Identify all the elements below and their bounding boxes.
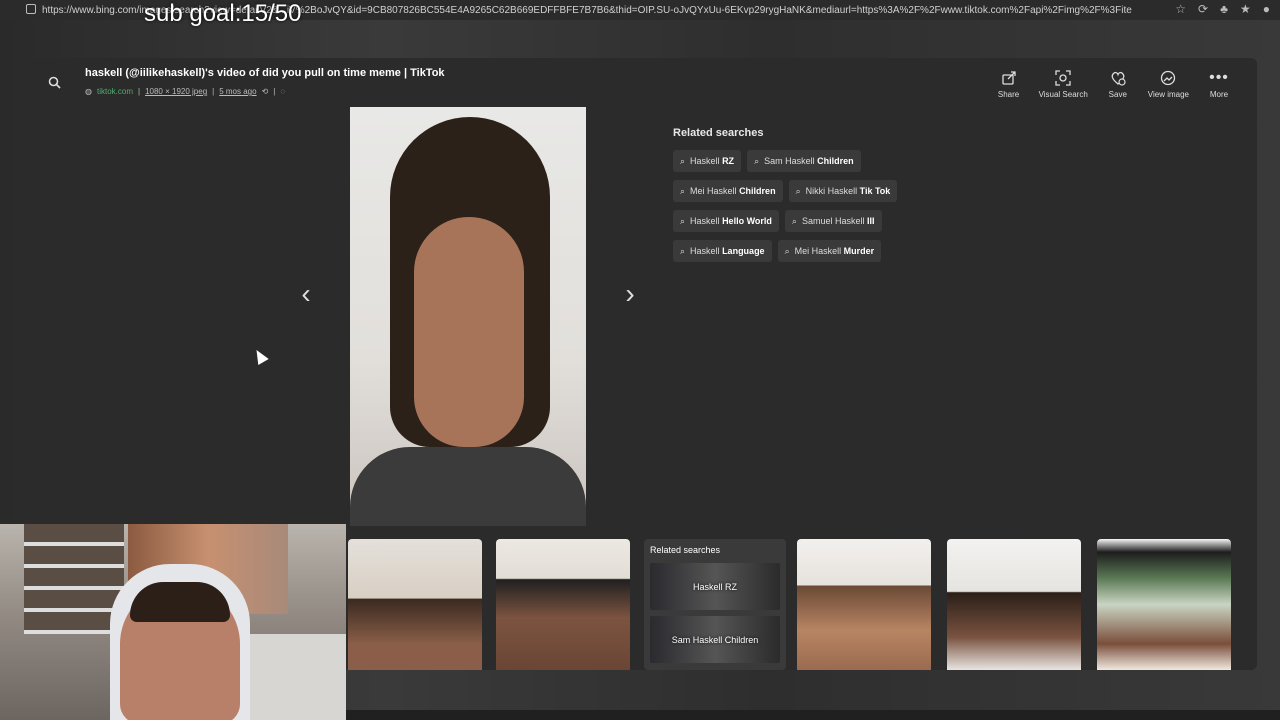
lock-icon — [26, 4, 36, 14]
image-meta: ◍ tiktok.com | 1080 × 1920 jpeg | 5 mos … — [85, 87, 285, 96]
chevron-right-icon: › — [625, 278, 635, 309]
extensions-icon[interactable]: ⟳ — [1198, 2, 1208, 16]
search-icon: ⌕ — [754, 155, 760, 166]
thumbnail-image — [496, 539, 630, 670]
related-card-title: Related searches — [650, 545, 721, 555]
image-dimensions[interactable]: 1080 × 1920 jpeg — [145, 87, 207, 96]
search-button[interactable] — [42, 70, 66, 94]
thumbnail[interactable] — [348, 539, 482, 670]
view-image-icon — [1158, 68, 1178, 88]
share-button[interactable]: Share — [997, 68, 1021, 99]
chip-text: Haskell Language — [690, 246, 765, 256]
search-icon: ⌕ — [680, 245, 686, 256]
related-chip[interactable]: ⌕ Haskell Hello World — [673, 210, 779, 232]
thumbnail[interactable] — [947, 539, 1081, 670]
search-icon: ⌕ — [680, 215, 686, 226]
webcam-shelf-shape — [24, 524, 124, 634]
chevron-left-icon: ‹ — [301, 278, 311, 309]
chip-text: Mei Haskell Children — [690, 186, 776, 196]
thumbnail-image — [348, 539, 482, 670]
info-icon[interactable]: ◌ — [280, 87, 285, 96]
source-site[interactable]: tiktok.com — [97, 87, 133, 96]
profile-avatar[interactable]: ● — [1263, 2, 1270, 16]
thumbnail-strip: Related searches Haskell RZ Sam Haskell … — [348, 539, 1238, 670]
meta-separator: | — [212, 87, 215, 96]
related-card-item[interactable]: Sam Haskell Children — [650, 616, 780, 663]
image-shirt-shape — [350, 447, 586, 526]
search-icon: ⌕ — [791, 215, 797, 226]
save-icon — [1108, 68, 1128, 88]
meta-separator: | — [138, 87, 141, 96]
related-chip[interactable]: ⌕ Sam Haskell Children — [747, 150, 861, 172]
image-age[interactable]: 5 mos ago — [219, 87, 256, 96]
visual-search-button[interactable]: Visual Search — [1039, 68, 1088, 99]
related-chip[interactable]: ⌕ Haskell RZ — [673, 150, 742, 172]
favorites-icon[interactable]: ★ — [1240, 2, 1251, 16]
thumbnail[interactable] — [496, 539, 630, 670]
search-icon: ⌕ — [795, 185, 801, 196]
previous-image-button[interactable]: ‹ — [296, 278, 316, 310]
visual-search-icon — [1053, 68, 1073, 88]
related-chip[interactable]: ⌕ Mei Haskell Children — [673, 180, 783, 202]
related-chip[interactable]: ⌕ Samuel Haskell III — [784, 210, 882, 232]
view-image-label: View image — [1147, 90, 1189, 99]
image-face-shape — [414, 217, 524, 447]
search-icon: ⌕ — [680, 155, 686, 166]
globe-icon: ◍ — [85, 87, 92, 96]
thumbnail-image — [947, 539, 1081, 670]
search-icon: ⌕ — [784, 245, 790, 256]
more-icon: ••• — [1209, 69, 1229, 86]
chip-text: Mei Haskell Murder — [794, 246, 875, 256]
share-label: Share — [997, 90, 1020, 99]
search-icon — [48, 76, 61, 89]
related-chip[interactable]: ⌕ Haskell Language — [673, 240, 772, 262]
image-title[interactable]: haskell (@iilikehaskell)'s video of did … — [85, 67, 445, 79]
thumbnail[interactable] — [1097, 539, 1231, 670]
next-image-button[interactable]: › — [620, 278, 640, 310]
main-image[interactable] — [350, 107, 586, 526]
chip-text: Haskell Hello World — [690, 216, 772, 226]
thumbnail-image — [797, 539, 931, 670]
related-chip[interactable]: ⌕ Nikki Haskell Tik Tok — [788, 180, 898, 202]
more-button[interactable]: ••• More — [1207, 68, 1231, 99]
browser-toolbar: ☆ ⟳ ♣ ★ ● — [1175, 2, 1270, 16]
related-searches-title: Related searches — [673, 127, 764, 139]
history-icon[interactable]: ⟲ — [262, 87, 269, 96]
chip-text: Nikki Haskell Tik Tok — [805, 186, 891, 196]
more-label: More — [1209, 90, 1229, 99]
related-chip[interactable]: ⌕ Mei Haskell Murder — [777, 240, 882, 262]
action-bar: Share Visual Search Save View image ••• … — [997, 68, 1231, 99]
visual-search-label: Visual Search — [1038, 90, 1088, 99]
sub-goal-overlay: sub goal:15/50 — [144, 0, 302, 27]
thumbnail[interactable] — [797, 539, 931, 670]
save-label: Save — [1108, 90, 1127, 99]
search-icon: ⌕ — [680, 185, 686, 196]
chip-text: Haskell RZ — [690, 156, 735, 166]
view-image-button[interactable]: View image — [1148, 68, 1189, 99]
meta-separator: | — [273, 87, 276, 96]
related-card-item[interactable]: Haskell RZ — [650, 563, 780, 610]
chip-text: Sam Haskell Children — [764, 156, 854, 166]
webcam-bed-shape — [250, 634, 346, 720]
favorite-star-icon[interactable]: ☆ — [1175, 2, 1186, 16]
webcam-overlay — [0, 524, 346, 720]
taskbar[interactable] — [346, 710, 1280, 720]
chip-text: Samuel Haskell III — [801, 216, 875, 226]
settings-icon[interactable]: ♣ — [1220, 2, 1228, 16]
webcam-hair-shape — [130, 582, 230, 622]
related-searches-chips: ⌕ Haskell RZ ⌕ Sam Haskell Children ⌕ Mei H… — [673, 150, 933, 262]
save-button[interactable]: Save — [1106, 68, 1130, 99]
thumbnail-image — [1097, 539, 1231, 670]
related-searches-card: Related searches Haskell RZ Sam Haskell … — [644, 539, 786, 670]
share-icon — [999, 68, 1019, 88]
